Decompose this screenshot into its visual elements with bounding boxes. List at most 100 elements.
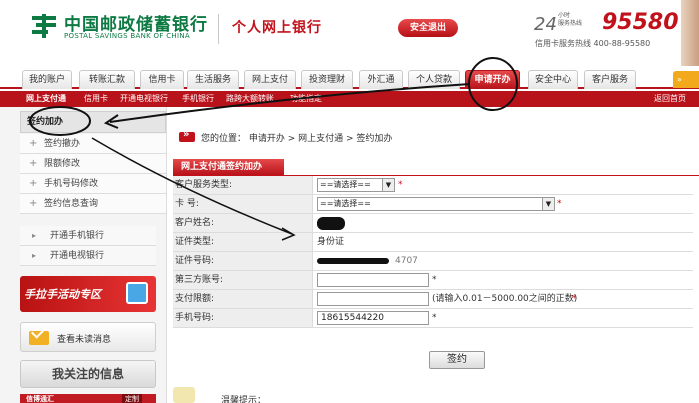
subnav-function[interactable]: 功能指定 [290,93,322,104]
subnav-credit-card[interactable]: 信用卡 [84,93,108,104]
limit-label: 支付限额: [173,290,313,308]
tips-label: 温馨提示： [221,396,267,403]
card-strip-badge: 定制 [122,394,142,403]
sidebar-item-label: 签约撤办 [44,139,81,149]
phone-label: 手机号码: [173,309,313,327]
arrow-right-icon: ▸ [32,251,37,260]
logout-button[interactable]: 安全退出 [398,19,458,37]
limit-input[interactable] [317,292,429,306]
card-select[interactable]: ==请选择== ▼ [317,197,555,211]
required-mark: * [432,275,437,285]
sidebar-item-limit[interactable]: + 限额修改 [20,154,166,174]
sidebar-title[interactable]: 签约加办 [20,111,166,133]
sidebar-item-label: 限额修改 [44,159,81,169]
subnav-online-payment[interactable]: 网上支付通 [26,93,66,104]
card-label: 卡 号: [173,195,313,213]
card-value: ==请选择== [320,199,371,208]
subnav-tv-bank[interactable]: 开通电视银行 [120,93,168,104]
form-row-limit: 支付限额: (请输入0.01－5000.00之间的正数) * [173,290,693,309]
sidebar-item-query[interactable]: + 签约信息查询 [20,194,166,214]
sidebar-item-cancel[interactable]: + 签约撤办 [20,134,166,154]
sidebar-ext-label: 开通电视银行 [50,251,105,261]
form-row-id-number: 证件号码: 4707 [173,252,693,271]
id-type-value: 身份证 [317,237,345,247]
third-party-input[interactable] [317,273,429,287]
chevron-down-icon: ▼ [542,198,554,210]
hotline-caption-line2: 服务热线 [558,20,583,27]
tab-online-payment[interactable]: 网上支付 [244,70,296,89]
logo-english-name: POSTAL SAVINGS BANK OF CHINA [64,32,190,40]
main-nav: 我的账户 转账汇款 信用卡 生活服务 网上支付 投资理财 外汇通 个人贷款 申请… [0,66,699,89]
tab-apply[interactable]: 申请开办 [465,70,520,89]
subnav-large-transfer[interactable]: 路跨大额转账 [226,93,274,104]
limit-hint: (请输入0.01－5000.00之间的正数) [432,294,578,304]
phone-input[interactable]: 18615544220 [317,311,429,325]
id-number-label: 证件号码: [173,252,313,270]
breadcrumb: 您的位置： 申请开办 > 网上支付通 > 签约加办 [179,129,393,144]
plus-icon: + [29,178,38,189]
customer-type-label: 客户服务类型: [173,176,313,194]
sign-submit-button[interactable]: 签约 [429,351,485,369]
required-mark: * [432,313,437,323]
tab-personal-loan[interactable]: 个人贷款 [408,70,460,89]
tab-credit-card[interactable]: 信用卡 [140,70,184,89]
back-home-link[interactable]: 返回首页 [654,93,686,104]
plus-icon: + [29,198,38,209]
sidebar-open-mobile-bank[interactable]: ▸ 开通手机银行 [20,226,156,246]
unread-messages-label: 查看未读消息 [57,335,112,345]
plus-icon: + [29,158,38,169]
customer-type-select[interactable]: ==请选择== ▼ [317,178,395,192]
form-row-id-type: 证件类型: 身份证 [173,233,693,252]
plus-icon: + [29,138,38,149]
promo-text: 手拉手活动专区 [24,288,101,301]
sidebar-open-tv-bank[interactable]: ▸ 开通电视银行 [20,246,156,266]
hotline-24: 24 [534,14,557,35]
name-label: 客户姓名: [173,214,313,232]
tab-life-services[interactable]: 生活服务 [187,70,239,89]
tab-transfer[interactable]: 转账汇款 [79,70,135,89]
tab-investment[interactable]: 投资理财 [301,70,353,89]
tips-lightbulb-icon [173,387,195,403]
customer-type-value: ==请选择== [320,180,371,189]
unread-messages-button[interactable]: 查看未读消息 [20,322,156,352]
form-row-customer-type: 客户服务类型: ==请选择== ▼ * [173,176,693,195]
promo-banner[interactable]: 手拉手活动专区 [20,276,156,312]
page-header: 中国邮政储蓄银行 POSTAL SAVINGS BANK OF CHINA 个人… [0,0,699,66]
psbc-logo-icon [32,14,56,38]
required-mark: * [557,199,562,209]
breadcrumb-text: 您的位置： 申请开办 > 网上支付通 > 签约加办 [201,134,393,144]
subnav-mobile-bank[interactable]: 手机银行 [182,93,214,104]
form-row-phone: 手机号码: 18615544220 * [173,309,693,328]
card-strip[interactable]: 信博通汇 定制 [20,394,156,403]
tab-security-center[interactable]: 安全中心 [528,70,578,89]
sidebar-item-label: 签约信息查询 [44,199,99,209]
card-hotline: 信用卡服务热线 400-88-95580 [535,39,651,48]
third-party-label: 第三方账号: [173,271,313,289]
form-row-third-party: 第三方账号: * [173,271,693,290]
chevron-down-icon: ▼ [382,179,394,191]
sidebar-item-phone[interactable]: + 手机号码修改 [20,174,166,194]
form-row-name: 客户姓名: [173,214,693,233]
brand-title: 个人网上银行 [232,20,322,36]
redacted-name [317,217,345,230]
id-type-label: 证件类型: [173,233,313,251]
id-number-tail: 4707 [395,256,418,266]
sidebar: 签约加办 + 签约撤办 + 限额修改 + 手机号码修改 + 签约信息查询 ▸ 开… [0,107,166,403]
form-row-card: 卡 号: ==请选择== ▼ * [173,195,693,214]
tab-customer-service[interactable]: 客户服务 [584,70,636,89]
sidebar-ext-label: 开通手机银行 [50,231,105,241]
tab-forex[interactable]: 外汇通 [359,70,403,89]
card-strip-label: 信博通汇 [26,395,54,403]
nav-more-button[interactable]: » [673,71,699,88]
required-mark: * [572,294,577,304]
main-content: 您的位置： 申请开办 > 网上支付通 > 签约加办 网上支付通签约加办 客户服务… [166,107,699,403]
sub-nav: 网上支付通 信用卡 开通电视银行 手机银行 路跨大额转账 功能指定 返回首页 [0,91,699,107]
location-icon [179,129,195,142]
header-divider [218,14,219,44]
panel-title: 网上支付通签约加办 [173,159,284,175]
tab-my-account[interactable]: 我的账户 [22,70,72,89]
hotline-caption: 小时 服务热线 [558,12,582,28]
arrow-right-icon: ▸ [32,231,37,240]
required-mark: * [398,180,403,190]
followed-info-button[interactable]: 我关注的信息 [20,360,156,388]
